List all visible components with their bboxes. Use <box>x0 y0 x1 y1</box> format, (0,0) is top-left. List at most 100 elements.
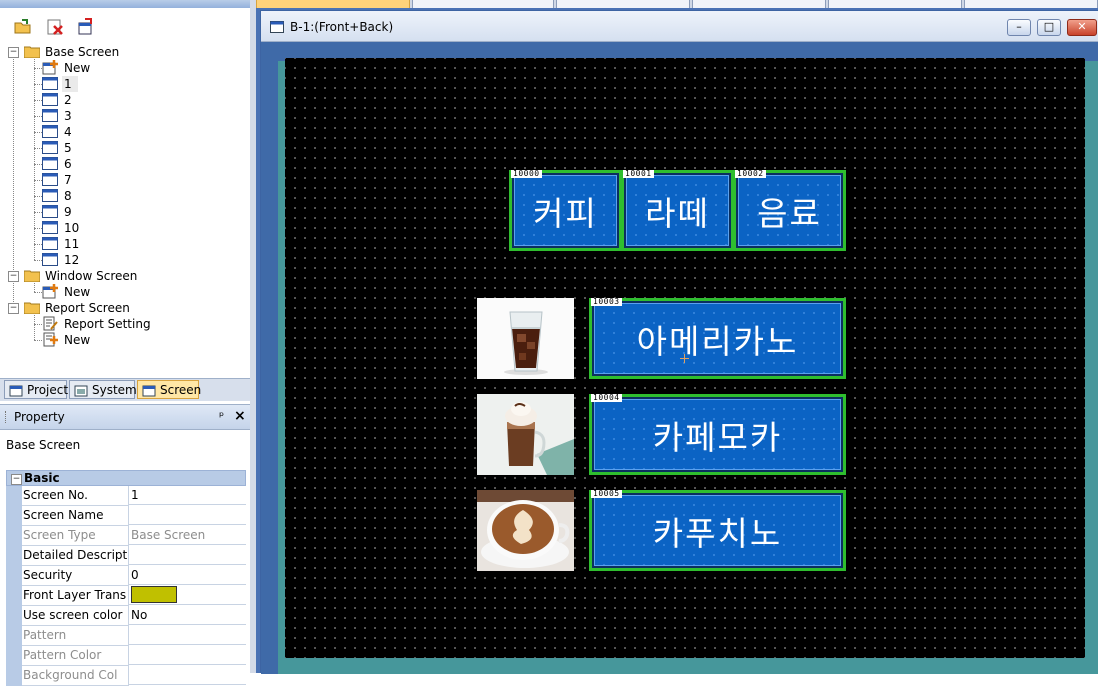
document-tab[interactable] <box>964 0 1098 8</box>
color-swatch[interactable] <box>131 586 177 603</box>
tree-label: 12 <box>64 253 80 267</box>
property-value[interactable] <box>128 506 246 525</box>
window-titlebar[interactable]: B-1:(Front+Back) – □ ✕ <box>261 11 1098 42</box>
property-panel-header: Property ᵖ × <box>0 404 250 430</box>
project-icon <box>9 384 23 403</box>
tab-label: Project <box>27 383 69 397</box>
object-id-label: 10000 <box>511 169 542 178</box>
tab-label: System <box>92 383 137 397</box>
tree-node-screen-2[interactable]: 2 <box>34 92 244 108</box>
collapse-toggle-icon[interactable]: − <box>8 303 19 314</box>
tab-screen[interactable]: Screen <box>137 380 202 399</box>
property-row[interactable]: Screen Name <box>6 506 246 526</box>
selected-object-label: Base Screen <box>6 438 81 452</box>
button-label: 커피 <box>533 193 598 233</box>
tree-node-screen-4[interactable]: 4 <box>34 124 244 140</box>
tree-label: Base Screen <box>45 45 120 59</box>
property-row[interactable]: Front Layer Trans <box>6 586 246 606</box>
screen-icon <box>270 21 284 36</box>
delete-icon[interactable] <box>44 16 66 38</box>
tree-label: New <box>64 61 91 75</box>
pin-icon[interactable]: ᵖ <box>219 409 224 423</box>
tree-node-screen-6[interactable]: 6 <box>34 156 244 172</box>
tree-node-report-setting[interactable]: Report Setting <box>34 316 244 332</box>
property-value[interactable]: 0 <box>128 566 246 585</box>
tree-node-screen-12[interactable]: 12 <box>34 252 244 268</box>
tree-node-screen-8[interactable]: 8 <box>34 188 244 204</box>
maximize-button[interactable]: □ <box>1037 19 1061 36</box>
category-button-beverage[interactable]: 10002 음료 <box>733 170 846 251</box>
tree-node-base-screen[interactable]: − Base Screen <box>8 44 248 60</box>
tree-node-base-new[interactable]: New <box>34 60 244 76</box>
document-tab[interactable] <box>828 0 962 8</box>
property-key: Use screen color <box>22 606 129 626</box>
property-row[interactable]: Screen No. 1 <box>6 486 246 506</box>
property-key: Screen Type <box>22 526 129 546</box>
document-tab[interactable] <box>692 0 826 8</box>
collapse-toggle-icon[interactable]: − <box>11 474 22 485</box>
document-tab[interactable] <box>556 0 690 8</box>
tab-system[interactable]: System <box>69 380 137 399</box>
screen-tree[interactable]: − Base Screen New 1 2 3 4 5 6 7 8 9 10 11 12 − Wind… <box>0 44 250 378</box>
menu-button-americano[interactable]: 10003 아메리카노 <box>589 298 846 379</box>
tree-label: 1 <box>64 77 72 91</box>
property-row[interactable]: Screen Type Base Screen <box>6 526 246 546</box>
property-row[interactable]: Security 0 <box>6 566 246 586</box>
property-value[interactable]: Base Screen <box>128 526 246 545</box>
property-value[interactable]: No <box>128 606 246 625</box>
tree-node-report-screen[interactable]: − Report Screen <box>8 300 248 316</box>
drag-grip[interactable] <box>5 411 8 423</box>
tree-node-screen-7[interactable]: 7 <box>34 172 244 188</box>
menu-button-cappuccino[interactable]: 10005 카푸치노 <box>589 490 846 571</box>
open-folder-icon[interactable] <box>12 16 34 38</box>
tree-node-screen-5[interactable]: 5 <box>34 140 244 156</box>
tree-node-screen-10[interactable]: 10 <box>34 220 244 236</box>
tree-label: 9 <box>64 205 72 219</box>
project-toolbar <box>0 8 250 45</box>
collapse-toggle-icon[interactable]: − <box>8 271 19 282</box>
category-button-coffee[interactable]: 10000 커피 <box>509 170 622 251</box>
iced-coffee-image <box>477 298 574 379</box>
close-button[interactable]: ✕ <box>1067 19 1097 36</box>
close-icon[interactable]: × <box>234 408 246 424</box>
property-value[interactable] <box>128 666 246 685</box>
tree-node-screen-9[interactable]: 9 <box>34 204 244 220</box>
property-row[interactable]: Background Col <box>6 666 246 686</box>
property-value[interactable] <box>128 586 246 605</box>
property-value[interactable] <box>128 546 246 565</box>
properties-icon[interactable] <box>74 16 96 38</box>
new-report-icon <box>42 332 58 351</box>
property-key: Pattern Color <box>22 646 129 666</box>
tree-node-screen-3[interactable]: 3 <box>34 108 244 124</box>
object-id-label: 10005 <box>591 489 622 498</box>
tree-node-window-new[interactable]: New <box>34 284 244 300</box>
tree-node-screen-1[interactable]: 1 <box>34 76 244 92</box>
left-panel: − Base Screen New 1 2 3 4 5 6 7 8 9 10 11 12 − Wind… <box>0 0 256 686</box>
tree-node-report-new[interactable]: New <box>34 332 244 348</box>
menu-button-cafe-mocha[interactable]: 10004 카페모카 <box>589 394 846 475</box>
tree-node-screen-11[interactable]: 11 <box>34 236 244 252</box>
property-row[interactable]: Use screen color No <box>6 606 246 626</box>
object-id-label: 10004 <box>591 393 622 402</box>
property-key: Screen Name <box>22 506 129 526</box>
hmi-canvas[interactable]: 10000 커피 10001 라떼 10002 음료 10003 아메리카노 1… <box>285 58 1085 658</box>
tree-label: Window Screen <box>45 269 138 283</box>
tree-label: New <box>64 333 91 347</box>
document-tab[interactable] <box>412 0 554 8</box>
property-value[interactable] <box>128 626 246 645</box>
tab-label: Screen <box>160 383 202 397</box>
cappuccino-image <box>477 490 574 571</box>
collapse-toggle-icon[interactable]: − <box>8 47 19 58</box>
minimize-button[interactable]: – <box>1007 19 1031 36</box>
property-row[interactable]: Pattern <box>6 626 246 646</box>
category-basic[interactable]: − Basic <box>6 470 246 486</box>
property-value[interactable] <box>128 646 246 665</box>
tree-node-window-screen[interactable]: − Window Screen <box>8 268 248 284</box>
property-row[interactable]: Detailed Descriptic <box>6 546 246 566</box>
property-row[interactable]: Pattern Color <box>6 646 246 666</box>
document-tab[interactable] <box>256 0 410 8</box>
property-value[interactable]: 1 <box>128 486 246 505</box>
category-button-latte[interactable]: 10001 라떼 <box>621 170 734 251</box>
tab-project[interactable]: Project <box>4 380 69 399</box>
cursor-crosshair-icon <box>680 352 689 363</box>
